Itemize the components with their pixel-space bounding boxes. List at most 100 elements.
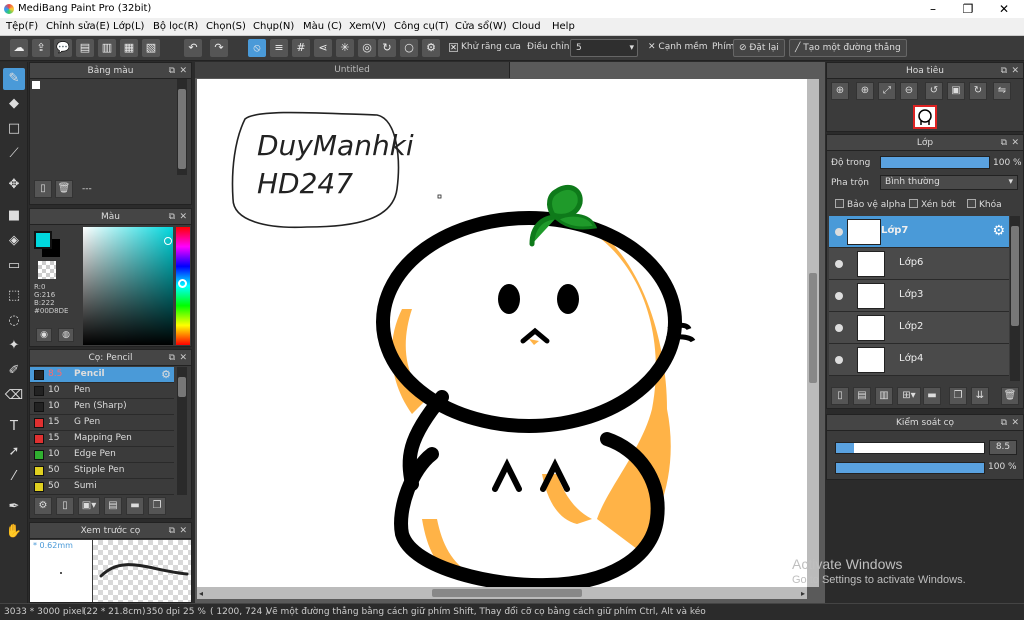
select-tool-icon[interactable]: ⬚ [3,285,25,307]
palette-add-icon[interactable]: ◉ [36,328,52,342]
reset-button[interactable]: ⊘ Đặt lại [733,39,785,57]
sv-picker-handle[interactable] [164,237,172,245]
gear-icon[interactable]: ⚙ [161,368,171,381]
eraser-tool-icon[interactable]: ◆ [3,93,25,115]
gear-icon[interactable]: ⚙ [992,223,1005,239]
brush-item[interactable]: 10 Edge Pen [30,447,174,463]
popout-icon[interactable]: ⧉ [169,63,175,79]
menu-select[interactable]: Chọn(S) [206,21,246,32]
layer-folder-icon[interactable]: ▬ [923,387,941,405]
snap-vanish-icon[interactable]: ⋖ [314,39,332,57]
brush-item[interactable]: 15 Mapping Pen [30,431,174,447]
snap-radial-icon[interactable]: ✳ [336,39,354,57]
duplicate-layer-icon[interactable]: ❐ [949,387,967,405]
layer-row[interactable]: Lớp7 ⚙ [829,216,1009,248]
popout-icon[interactable]: ⧉ [1001,63,1007,79]
visibility-eye-icon[interactable] [835,260,843,268]
menu-color[interactable]: Màu (C) [303,21,342,32]
document-tab[interactable]: Untitled [195,62,510,78]
menu-filter[interactable]: Bộ lọc(R) [153,21,198,32]
popout-icon[interactable]: ⧉ [169,209,175,225]
grid-icon[interactable]: ▧ [142,39,160,57]
trash-icon[interactable]: 🗑 [55,180,73,198]
rotate-right-icon[interactable]: ↻ [969,82,987,100]
palette-switch-icon[interactable]: ◍ [58,328,74,342]
delete-layer-icon[interactable]: 🗑 [1001,387,1019,405]
brush-scrollbar[interactable] [177,367,187,495]
brush-dropdown-icon[interactable]: ▣▾ [78,497,100,515]
undo-icon[interactable]: ↶ [184,39,202,57]
hscroll-thumb[interactable] [432,589,582,597]
layer-row[interactable]: Lớp2 [829,312,1009,344]
gradient-tool-icon[interactable]: ▭ [3,255,25,277]
menu-snap[interactable]: Chụp(N) [253,21,294,32]
brush-tool-icon[interactable]: ✎ [3,68,25,90]
brush-size-value[interactable]: 8.5 [989,440,1017,455]
brush-item[interactable]: 10 Pen (Sharp) [30,399,174,415]
close-icon[interactable]: ✕ [179,523,187,539]
popout-icon[interactable]: ⧉ [169,350,175,366]
antialias-toggle[interactable]: ✕ Khử răng cưa [449,42,521,52]
fit-icon[interactable]: ⤢ [878,82,896,100]
blend-select[interactable]: Bình thường ▾ [880,175,1018,190]
divide-tool-icon[interactable]: ⁄ [3,466,25,488]
brush-item[interactable]: 8.5 Pencil ⚙ [30,367,174,383]
layer-row[interactable]: Lớp3 [829,280,1009,312]
redo-icon[interactable]: ↷ [210,39,228,57]
page-icon[interactable]: ▥ [98,39,116,57]
vertical-scrollbar[interactable] [807,79,819,587]
hue-slider-handle[interactable] [178,279,187,288]
close-icon[interactable]: ✕ [1011,415,1019,431]
panel-icon[interactable]: ▦ [120,39,138,57]
comment-icon[interactable]: 💬 [54,39,72,57]
brush-item[interactable]: 10 Pen [30,383,174,399]
snap-circle-icon[interactable]: ◎ [358,39,376,57]
brush-add-icon[interactable]: ⚙ [34,497,52,515]
select-pen-icon[interactable]: ✐ [3,360,25,382]
layer-opacity-slider[interactable] [880,156,990,169]
canvas[interactable]: DuyManhki HD247 [197,79,807,593]
popout-icon[interactable]: ⧉ [1001,135,1007,151]
primary-color-swatch[interactable] [34,231,52,249]
brush-new-icon[interactable]: ▯ [56,497,74,515]
palette-swatch[interactable] [32,81,40,89]
move-tool-icon[interactable]: ✥ [3,174,25,196]
visibility-eye-icon[interactable] [835,292,843,300]
close-icon[interactable]: ✕ [179,209,187,225]
straight-line-button[interactable]: ╱ Tạo một đường thẳng [789,39,907,57]
add-layer-dropdown-icon[interactable]: ⊞▾ [897,387,921,405]
snap-ellipse-icon[interactable]: ○ [400,39,418,57]
operation-tool-icon[interactable]: ➚ [3,441,25,463]
menu-window[interactable]: Cửa sổ(W) [455,21,507,32]
soft-edge-toggle[interactable]: ✕ Cạnh mềm [648,42,708,52]
cloud-icon[interactable]: ☁ [10,39,28,57]
visibility-eye-icon[interactable] [835,324,843,332]
vscroll-thumb[interactable] [809,273,817,383]
brush-copy-icon[interactable]: ▤ [104,497,122,515]
menu-view[interactable]: Xem(V) [349,21,386,32]
new-layer-icon[interactable]: ▯ [831,387,849,405]
brush-opacity-slider[interactable] [835,462,985,474]
navigator-thumbnail[interactable] [913,105,937,129]
zoom-out-icon[interactable]: ⊖ [900,82,918,100]
lasso-tool-icon[interactable]: ◌ [3,310,25,332]
new-layer2-icon[interactable]: ▤ [853,387,871,405]
dot-tool-icon[interactable]: □ [3,118,25,140]
actual-size-icon[interactable]: ▣ [947,82,965,100]
menu-help[interactable]: Help [552,21,575,32]
popout-icon[interactable]: ⧉ [169,523,175,539]
fill-rect-tool-icon[interactable]: ■ [3,205,25,227]
lock-checkbox[interactable]: Khóa [967,199,1002,210]
horizontal-scrollbar[interactable]: ◂ ▸ [197,587,807,599]
zoom-in2-icon[interactable]: ⊕ [856,82,874,100]
new-halftone-icon[interactable]: ▥ [875,387,893,405]
menu-tools[interactable]: Công cụ(T) [394,21,449,32]
hand-tool-icon[interactable]: ✋ [3,521,25,543]
select-eraser-icon[interactable]: ⌫ [3,385,25,407]
menu-layer[interactable]: Lớp(L) [113,21,144,32]
close-button[interactable]: ✕ [986,0,1022,18]
close-icon[interactable]: ✕ [1011,63,1019,79]
close-icon[interactable]: ✕ [179,350,187,366]
snap-settings-icon[interactable]: ⚙ [422,39,440,57]
brush-folder-icon[interactable]: ▬ [126,497,144,515]
